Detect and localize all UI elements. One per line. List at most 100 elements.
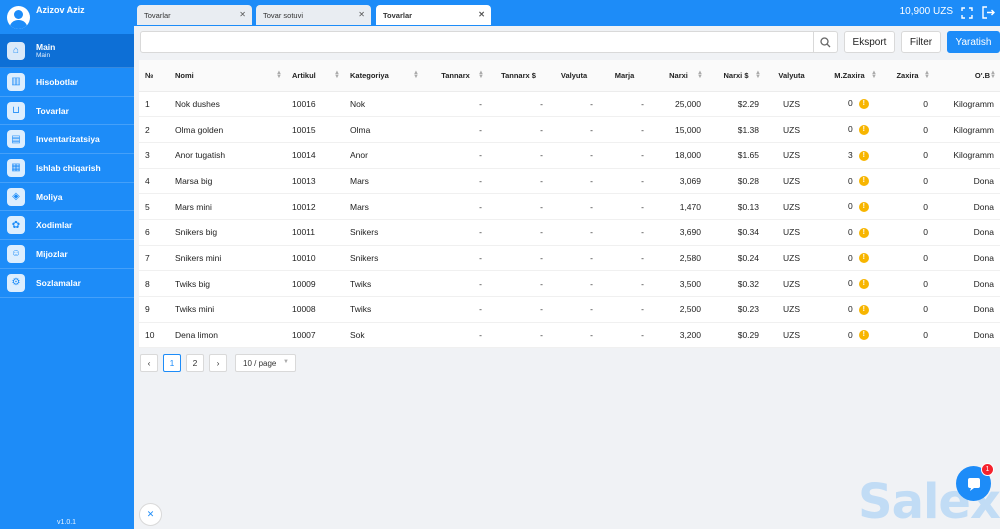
collapse-button[interactable]: ✕: [139, 503, 162, 526]
warning-icon: !: [858, 176, 869, 187]
column-header-price-usd[interactable]: Narxi $ ▲ ▼: [707, 60, 765, 92]
tab-tovarlar[interactable]: Tovarlar ✕: [137, 5, 252, 25]
cell-price-cur: UZS: [765, 116, 818, 143]
search-button[interactable]: [814, 31, 838, 53]
sidebar-item-tovarlar[interactable]: ⊔ Tovarlar: [0, 97, 134, 126]
sidebar-item-moliya[interactable]: ◈ Moliya: [0, 183, 134, 212]
cell-cost-cur: -: [549, 296, 599, 323]
sort-icon: ▲ ▼: [697, 70, 703, 80]
cell-sku: 10012: [286, 193, 344, 220]
cell-price-usd: $0.34: [707, 219, 765, 246]
column-header-sku[interactable]: Artikul ▲ ▼: [286, 60, 344, 92]
table-row[interactable]: 1 Nok dushes 10016 Nok - - - -25,000 $2.29 UZS 0! 0…: [139, 91, 1000, 118]
export-button[interactable]: Eksport: [844, 31, 895, 53]
tab-tovar-sotuvi[interactable]: Tovar sotuvi ✕: [256, 5, 371, 25]
create-button[interactable]: Yaratish: [947, 31, 1000, 53]
cell-cost: -: [423, 296, 488, 323]
page-size-select[interactable]: 10 / page ▼: [235, 354, 296, 372]
column-header-stock[interactable]: Zaxira ▲ ▼: [881, 60, 934, 92]
cell-min-stock: 0!: [818, 270, 881, 297]
column-header-price[interactable]: Narxi ▲ ▼: [650, 60, 707, 92]
cell-name: Snikers mini: [169, 245, 286, 272]
cell-cost-cur: -: [549, 116, 599, 143]
column-header-cost[interactable]: Tannarx ▲ ▼: [423, 60, 488, 92]
sidebar-item-label: Moliya: [36, 191, 63, 202]
cell-name: Marsa big: [169, 168, 286, 195]
cell-margin: -: [599, 296, 650, 323]
cell-stock: 0: [881, 142, 934, 169]
sidebar-item-label: Inventarizatsiya: [36, 134, 100, 145]
cell-n: 9: [139, 296, 169, 323]
cell-cost-usd: -: [488, 91, 549, 118]
table-row[interactable]: 10 Dena limon 10007 Sok - - - -3,200 $0.29 UZS 0! 0…: [139, 322, 1000, 349]
cell-name: Dena limon: [169, 322, 286, 349]
filter-button[interactable]: Filter: [901, 31, 941, 53]
sidebar-item-inventarizatsiya[interactable]: ▤ Inventarizatsiya: [0, 125, 134, 155]
cell-price: 1,470: [650, 193, 707, 220]
sidebar-item-sozlamalar[interactable]: ⚙ Sozlamalar: [0, 269, 134, 298]
cell-stock: 0: [881, 322, 934, 349]
cell-cost-cur: -: [549, 219, 599, 246]
warning-icon: !: [858, 227, 869, 238]
cell-price-cur: UZS: [765, 219, 818, 246]
table-row[interactable]: 2 Olma golden 10015 Olma - - - -15,000 $1.38 UZS 0…: [139, 116, 1000, 143]
close-icon[interactable]: ✕: [358, 10, 365, 19]
cell-cost-cur: -: [549, 270, 599, 297]
sidebar-item-label: Xodimlar: [36, 220, 73, 231]
sidebar-item-xodimlar[interactable]: ✿ Xodimlar: [0, 211, 134, 241]
cell-unit: Kilogramm: [934, 142, 1000, 169]
sort-icon: ▲ ▼: [990, 70, 996, 80]
cell-margin: -: [599, 142, 650, 169]
column-header-min-stock[interactable]: M.Zaxira ▲ ▼: [818, 60, 881, 92]
cell-margin: -: [599, 193, 650, 220]
tab-label: Tovar sotuvi: [263, 10, 304, 20]
sidebar-item-hisobotlar[interactable]: ▥ Hisobotlar: [0, 68, 134, 97]
cell-margin: -: [599, 245, 650, 272]
close-icon[interactable]: ✕: [239, 10, 246, 19]
cell-n: 8: [139, 270, 169, 297]
tab-tovarlar-active[interactable]: Tovarlar ✕: [376, 5, 491, 25]
pagination-page-1[interactable]: 1: [163, 354, 181, 372]
staff-icon: ✿: [7, 216, 25, 235]
sidebar-item-mijozlar[interactable]: ☺ Mijozlar: [0, 240, 134, 269]
sidebar-item-ishlab-chiqarish[interactable]: ▦ Ishlab chiqarish: [0, 154, 134, 183]
cell-price: 3,069: [650, 168, 707, 195]
tab-label: Tovarlar: [383, 10, 413, 20]
table-row[interactable]: 9 Twiks mini 10008 Twiks - - - -2,500 $0.23 UZS 0!…: [139, 296, 1000, 323]
cell-price-cur: UZS: [765, 296, 818, 323]
cell-category: Twiks: [344, 270, 423, 297]
sidebar-item-main[interactable]: ⌂ Main Main: [0, 34, 134, 68]
table-row[interactable]: 8 Twiks big 10009 Twiks - - - -3,500 $0.32 UZS 0! 0…: [139, 270, 1000, 297]
cell-price-cur: UZS: [765, 193, 818, 220]
cell-sku: 10015: [286, 116, 344, 143]
cell-price: 2,580: [650, 245, 707, 272]
user-profile[interactable]: Azizov Aziz: [0, 0, 134, 34]
close-icon[interactable]: ✕: [478, 10, 485, 19]
fullscreen-icon[interactable]: [960, 6, 973, 19]
table-row[interactable]: 5 Mars mini 10012 Mars - - - -1,470 $0.13 UZS 0! 0 D…: [139, 193, 1000, 220]
pagination-prev-button[interactable]: ‹: [140, 354, 158, 372]
cell-category: Nok: [344, 91, 423, 118]
sidebar-item-label: Ishlab chiqarish: [36, 162, 101, 173]
cell-stock: 0: [881, 270, 934, 297]
chat-icon: [967, 477, 980, 491]
table-row[interactable]: 7 Snikers mini 10010 Snikers - - - -2,580 $0.24 U…: [139, 245, 1000, 272]
search-input[interactable]: [140, 31, 814, 53]
pagination-next-button[interactable]: ›: [209, 354, 227, 372]
cell-category: Mars: [344, 168, 423, 195]
cell-min-stock: 0!: [818, 296, 881, 323]
column-header-name[interactable]: Nomi ▲ ▼: [169, 60, 286, 92]
logout-icon[interactable]: [982, 6, 995, 19]
cell-margin: -: [599, 322, 650, 349]
pagination-page-2[interactable]: 2: [186, 354, 204, 372]
table-row[interactable]: 3 Anor tugatish 10014 Anor - - - -18,000 $1.65 UZ…: [139, 142, 1000, 169]
cell-price-cur: UZS: [765, 245, 818, 272]
cell-sku: 10013: [286, 168, 344, 195]
warning-icon: !: [858, 304, 869, 315]
sort-icon: ▲ ▼: [478, 70, 484, 80]
column-header-unit[interactable]: O'.B ▲ ▼: [934, 60, 1000, 92]
cell-price-cur: UZS: [765, 168, 818, 195]
table-row[interactable]: 6 Snikers big 10011 Snikers - - - -3,690 $0.34 UZ…: [139, 219, 1000, 246]
column-header-category[interactable]: Kategoriya ▲ ▼: [344, 60, 423, 92]
table-row[interactable]: 4 Marsa big 10013 Mars - - - -3,069 $0.28 UZS 0! 0 D…: [139, 168, 1000, 195]
